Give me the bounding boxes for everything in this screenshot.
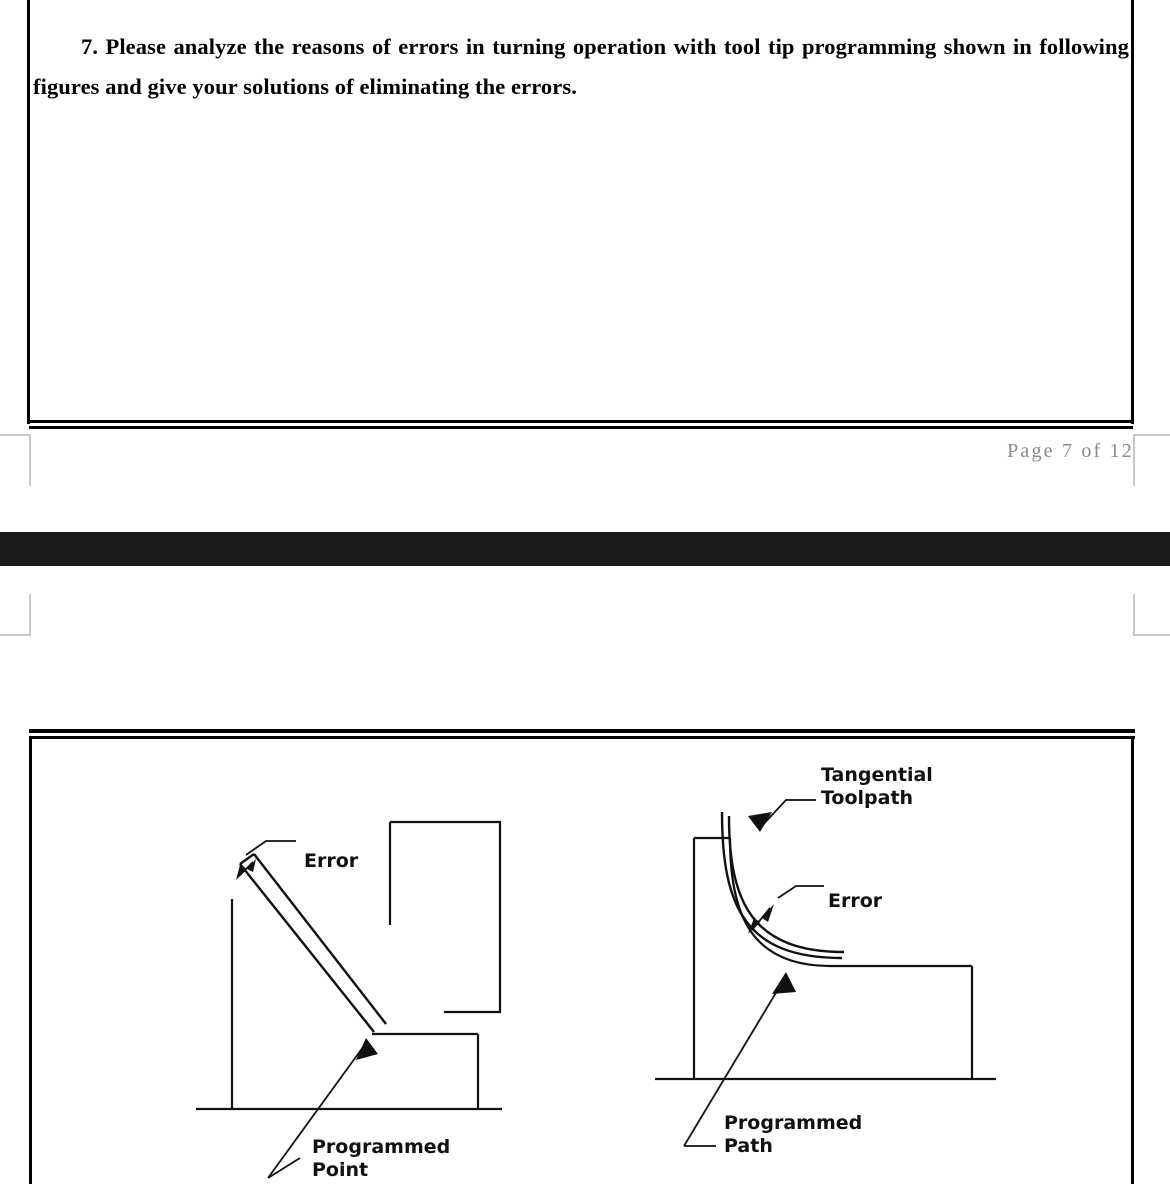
page-border-bottom-inner [29,426,1133,429]
figure-left-programmed-leader-foot [267,1157,301,1179]
crop-mark-bottom-left-horizontal [0,634,31,636]
crop-mark-bottom-left-vertical [29,594,31,636]
figure-right-label-tangential-toolpath: Tangential Toolpath [821,764,933,809]
question-number: 7. [81,34,99,59]
page-number-indicator: Page 7 of 12 [1007,440,1134,462]
document-page-upper: 7. Please analyze the reasons of errors … [0,0,1170,430]
page-border-bottom-outer [29,420,1133,423]
question-text: Please analyze the reasons of errors in … [33,34,1129,99]
page-separator-bar [0,532,1170,566]
question-paragraph: 7. Please analyze the reasons of errors … [33,27,1129,107]
figure-right-error-arrowhead-upper [762,904,774,922]
figure-right-programmed-arrowhead [772,972,796,994]
figure-right-label-programmed-path: Programmed Path [724,1112,863,1157]
figure-left-toolpath-line-b [253,853,387,1025]
figure-right-error-leader [777,885,824,899]
figure-left-error-leader [245,840,296,856]
figure-right-arrowheads [748,812,796,994]
figure-left-label-error: Error [304,850,359,872]
page-border-left [27,0,30,424]
figure-right-drawing [655,799,996,1147]
figure-left-label-programmed-point: Programmed Point [312,1136,451,1181]
figure-right-cut-path [727,815,845,954]
figure-right-label-error: Error [828,890,883,912]
figure-left-stock-block [390,820,502,1014]
crop-mark-bottom-right-horizontal [1133,634,1170,636]
figure-left-programmed-arrowhead [356,1038,378,1060]
figure-left-drawing [196,820,502,1179]
figure-right-tangential-path [720,811,843,960]
crop-mark-top-left-vertical [29,434,31,486]
crop-mark-top-right-horizontal [1133,434,1170,436]
crop-mark-top-left-horizontal [0,434,31,436]
figures-drawing-canvas [196,799,996,1179]
figure-left-arrowheads [236,859,378,1060]
page-footer: Page 7 of 12 [0,432,1170,532]
page-border-right [1131,0,1134,424]
figure-right-tangential-arrowhead [748,812,772,832]
figure-left-toolpath-line-a [239,863,375,1033]
crop-mark-top-right-vertical [1133,434,1135,486]
crop-mark-bottom-right-vertical [1133,594,1135,636]
